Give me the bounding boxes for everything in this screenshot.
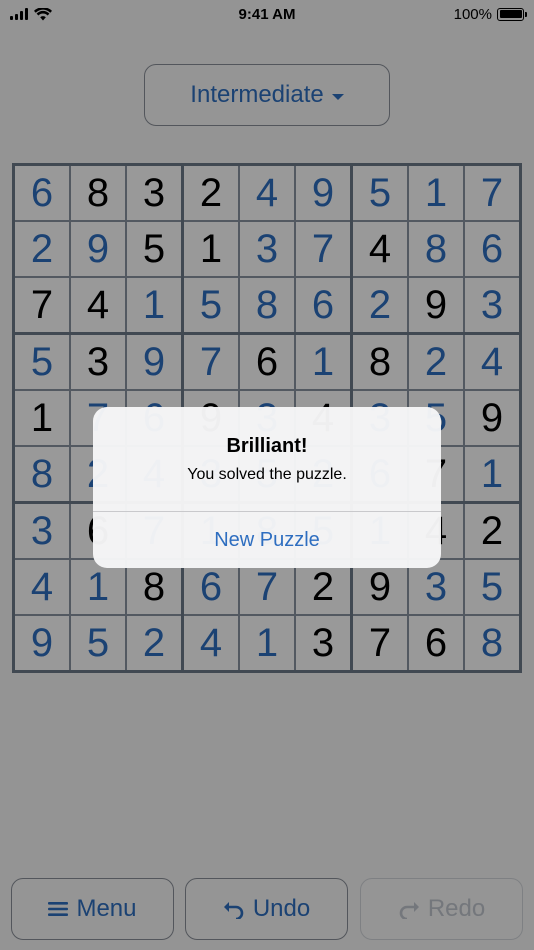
alert-title: Brilliant! <box>226 435 308 457</box>
success-alert: Brilliant! You solved the puzzle. New Pu… <box>93 407 441 568</box>
new-puzzle-button[interactable]: New Puzzle <box>93 512 441 568</box>
alert-message: You solved the puzzle. <box>187 466 347 483</box>
